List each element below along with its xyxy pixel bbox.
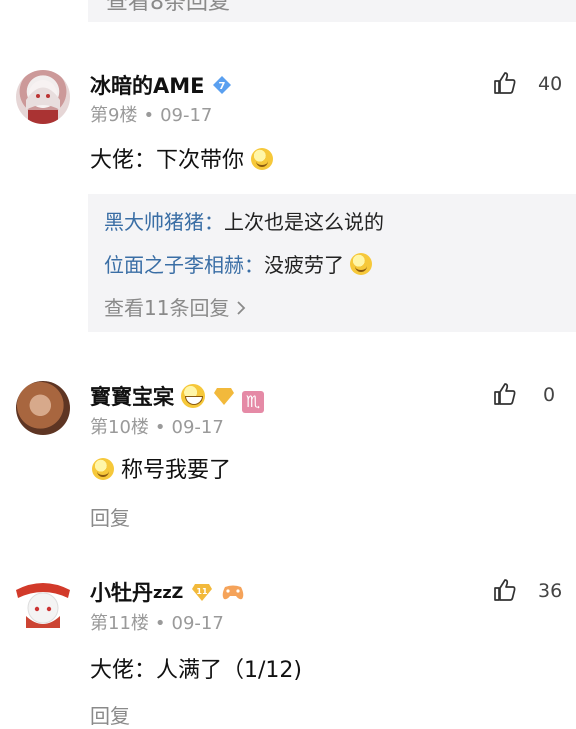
- chevron-right-icon: [237, 301, 246, 315]
- verified-level-icon: 7: [212, 76, 231, 94]
- meta-separator: •: [154, 613, 166, 634]
- smile-emoji-icon: [92, 458, 114, 480]
- reply-item[interactable]: 位面之子李相赫：没疲劳了: [104, 249, 373, 278]
- username[interactable]: 寳寳宝宲 ♏: [90, 381, 264, 413]
- reply-text: 没疲劳了: [264, 253, 344, 277]
- smile-emoji-icon: [251, 148, 274, 170]
- like-count: 40: [538, 73, 563, 95]
- like-button[interactable]: [492, 381, 518, 412]
- svg-text:11: 11: [196, 587, 208, 596]
- comment-date: 09-17: [171, 613, 224, 634]
- comment-meta: 第11楼 • 09-17: [90, 609, 224, 635]
- like-button[interactable]: [492, 577, 518, 608]
- username[interactable]: 小牡丹zzZ 11: [90, 577, 246, 607]
- level-diamond-icon: 11: [191, 584, 212, 601]
- comment-text: 大佬：下次带你: [90, 142, 274, 174]
- reply-button[interactable]: 回复: [90, 700, 130, 729]
- floor-number: 第10楼: [90, 417, 149, 438]
- comment-date: 09-17: [171, 417, 224, 438]
- floor-number: 第11楼: [90, 613, 149, 634]
- smile-emoji-icon: [350, 253, 373, 275]
- avatar[interactable]: [16, 70, 70, 124]
- zodiac-scorpio-icon: ♏: [241, 391, 264, 413]
- thumbs-up-icon: [494, 383, 516, 405]
- avatar[interactable]: [16, 381, 70, 435]
- thumbs-up-icon: [494, 72, 516, 94]
- level-diamond-icon: [213, 388, 234, 405]
- comment-meta: 第10楼 • 09-17: [90, 413, 224, 439]
- svg-text:7: 7: [218, 81, 225, 92]
- reply-text: 上次也是这么说的: [224, 210, 384, 234]
- reply-button[interactable]: 回复: [90, 502, 130, 531]
- view-more-replies-link[interactable]: 查看8条回复: [106, 0, 230, 16]
- comment-text: 称号我要了: [92, 452, 231, 484]
- grin-emoji-icon: [181, 384, 206, 408]
- reply-username[interactable]: 黑大帅猪猪: [104, 210, 204, 234]
- thumbs-up-icon: [494, 579, 516, 601]
- avatar[interactable]: [12, 572, 74, 634]
- reply-username[interactable]: 位面之子李相赫: [104, 253, 244, 277]
- meta-separator: •: [154, 417, 166, 438]
- comment-meta: 第9楼 • 09-17: [90, 101, 212, 127]
- like-count: 36: [538, 580, 563, 602]
- like-button[interactable]: [492, 70, 518, 101]
- reply-preview-box: 查看8条回复: [88, 0, 576, 22]
- reply-preview-box: 黑大帅猪猪：上次也是这么说的 位面之子李相赫：没疲劳了 查看11条回复: [88, 194, 576, 332]
- comment-text: 大佬：人满了（1/12): [90, 658, 302, 683]
- like-count: 0: [543, 384, 556, 406]
- gamepad-icon: [222, 585, 244, 600]
- view-more-replies-link[interactable]: 查看11条回复: [104, 292, 246, 321]
- comment-date: 09-17: [160, 105, 213, 126]
- meta-separator: •: [143, 105, 155, 126]
- reply-item[interactable]: 黑大帅猪猪：上次也是这么说的: [104, 206, 384, 235]
- username[interactable]: 冰暗的AME 7: [90, 70, 232, 100]
- username-suffix: zzZ: [153, 583, 184, 602]
- floor-number: 第9楼: [90, 105, 138, 126]
